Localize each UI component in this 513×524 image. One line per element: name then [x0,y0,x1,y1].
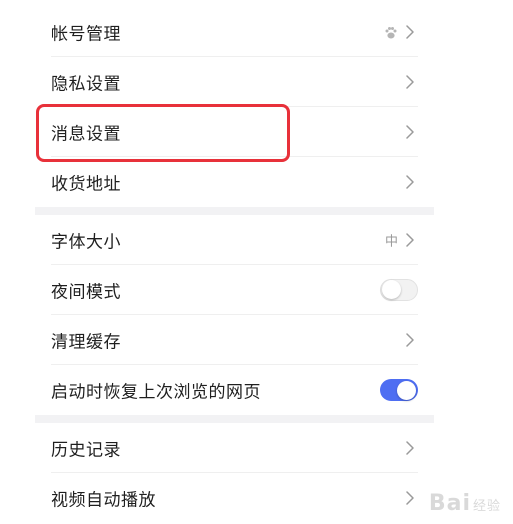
row-label: 视频自动播放 [51,490,156,511]
row-video-autoplay[interactable]: 视频自动播放 [35,473,434,523]
section-separator [35,207,434,215]
row-label: 启动时恢复上次浏览的网页 [51,382,261,403]
row-label: 收货地址 [51,174,121,195]
toggle-knob [382,280,401,299]
row-message-settings[interactable]: 消息设置 [35,107,434,157]
chevron-right-icon [406,491,414,505]
row-label: 帐号管理 [51,24,121,45]
settings-screen: 帐号管理 隐私设置 消息设置 收货地址 字体大小 中 夜间模式 清理缓存 启动时… [0,0,513,524]
chevron-right-icon [406,233,414,247]
row-font-size[interactable]: 字体大小 中 [35,215,434,265]
font-size-value: 中 [384,234,398,250]
chevron-right-icon [406,125,414,139]
chevron-right-icon [406,333,414,347]
settings-group-media: 历史记录 视频自动播放 [35,423,434,523]
section-separator [35,415,434,423]
settings-group-display: 字体大小 中 夜间模式 清理缓存 启动时恢复上次浏览的网页 [35,215,434,415]
watermark-sub: 经验 [472,499,501,514]
chevron-right-icon [406,25,414,39]
row-clear-cache[interactable]: 清理缓存 [35,315,434,365]
row-restore-last-session: 启动时恢复上次浏览的网页 [35,365,434,415]
row-label: 历史记录 [51,440,121,461]
watermark-logo: Bai 经验 [429,491,501,516]
watermark-text: Bai [428,491,471,516]
row-label: 隐私设置 [51,74,121,95]
row-privacy-settings[interactable]: 隐私设置 [35,57,434,107]
row-shipping-address[interactable]: 收货地址 [35,157,434,207]
row-account-management[interactable]: 帐号管理 [35,7,434,57]
night-mode-toggle[interactable] [380,279,418,301]
row-label: 消息设置 [51,124,121,145]
row-night-mode: 夜间模式 [35,265,434,315]
row-label: 夜间模式 [51,282,121,303]
row-label: 清理缓存 [51,332,121,353]
restore-session-toggle[interactable] [380,379,418,401]
baidu-paw-icon [384,25,398,39]
row-history[interactable]: 历史记录 [35,423,434,473]
chevron-right-icon [406,175,414,189]
settings-group-account: 帐号管理 隐私设置 消息设置 收货地址 [35,7,434,207]
row-label: 字体大小 [51,232,121,253]
chevron-right-icon [406,441,414,455]
toggle-knob [397,380,416,400]
chevron-right-icon [406,75,414,89]
